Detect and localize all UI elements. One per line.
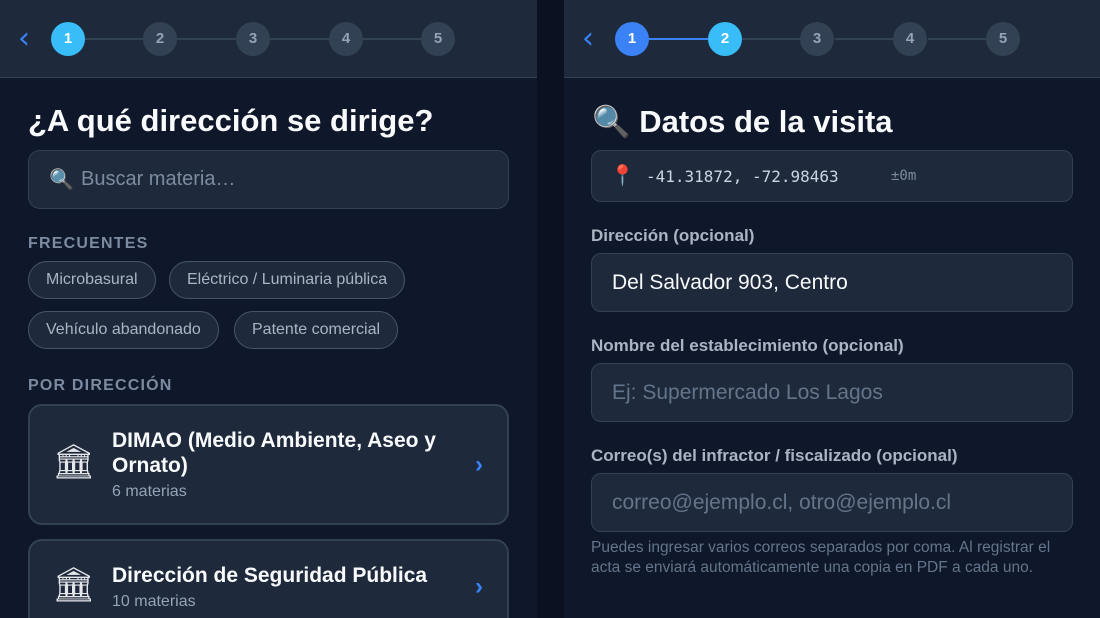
back-chevron-icon[interactable]: ‹: [582, 22, 604, 56]
search-placeholder: Buscar materia…: [81, 168, 236, 190]
subject-search-input[interactable]: 🔍 Buscar materia…: [28, 150, 509, 209]
address-value: Del Salvador 903, Centro: [612, 271, 848, 294]
gps-accuracy: ±0m: [891, 168, 917, 184]
subject-selection-screen: ‹ 1 2 3 4 5 ¿A qué dirección se dirige? …: [0, 0, 537, 618]
search-icon: 🔍: [592, 104, 631, 139]
chip-vehiculo-abandonado[interactable]: Vehículo abandonado: [28, 311, 219, 349]
step-connector: [84, 38, 143, 40]
address-label: Dirección (opcional): [591, 226, 755, 245]
direction-name: DIMAO (Medio Ambiente, Aseo y Ornato): [112, 429, 436, 477]
page-title: 🔍 Datos de la visita: [592, 103, 893, 140]
step-3[interactable]: 3: [800, 22, 834, 56]
step-4[interactable]: 4: [893, 22, 927, 56]
chip-microbasural[interactable]: Microbasural: [28, 261, 156, 299]
emails-help-text: Puedes ingresar varios correos separados…: [591, 539, 1051, 576]
chevron-right-icon: ›: [475, 573, 483, 600]
step-connector: [835, 38, 894, 40]
step-4[interactable]: 4: [329, 22, 363, 56]
chip-electrico-luminaria[interactable]: Eléctrico / Luminaria pública: [169, 261, 406, 299]
establishment-label: Nombre del establecimiento (opcional): [591, 336, 904, 355]
step-5[interactable]: 5: [421, 22, 455, 56]
step-2[interactable]: 2: [143, 22, 177, 56]
step-connector: [177, 38, 236, 40]
page-title-text: Datos de la visita: [639, 104, 893, 139]
visit-data-screen: ‹ 1 2 3 4 5 🔍 Datos de la visita 📍 -41.3…: [564, 0, 1100, 618]
stepper-bar: ‹ 1 2 3 4 5: [564, 0, 1100, 78]
emails-label: Correo(s) del infractor / fiscalizado (o…: [591, 446, 958, 465]
emails-input[interactable]: correo@ejemplo.cl, otro@ejemplo.cl: [591, 473, 1073, 532]
establishment-placeholder: Ej: Supermercado Los Lagos: [612, 381, 883, 404]
gps-coordinates: -41.31872, -72.98463: [646, 167, 839, 186]
direction-card-dimao[interactable]: 🏛 DIMAO (Medio Ambiente, Aseo y Ornato) …: [28, 404, 509, 525]
search-icon: 🔍: [49, 169, 74, 191]
panel-divider: [537, 0, 564, 618]
location-readout: 📍 -41.31872, -72.98463 ±0m: [591, 150, 1073, 202]
frequent-section-label: FRECUENTES: [28, 235, 149, 252]
step-3[interactable]: 3: [236, 22, 270, 56]
emails-placeholder: correo@ejemplo.cl, otro@ejemplo.cl: [612, 491, 952, 514]
step-5[interactable]: 5: [986, 22, 1020, 56]
direction-count: 6 materias: [112, 483, 187, 500]
establishment-input[interactable]: Ej: Supermercado Los Lagos: [591, 363, 1073, 422]
chip-patente-comercial[interactable]: Patente comercial: [234, 311, 399, 349]
step-connector: [928, 38, 986, 40]
direction-name: Dirección de Seguridad Pública: [112, 564, 428, 587]
by-direction-section-label: POR DIRECCIÓN: [28, 377, 173, 394]
step-connector: [363, 38, 421, 40]
pin-icon: 📍: [610, 165, 635, 187]
step-connector: [270, 38, 329, 40]
step-2[interactable]: 2: [708, 22, 742, 56]
step-connector: [648, 38, 708, 40]
page-title: ¿A qué dirección se dirige?: [28, 103, 434, 138]
step-1[interactable]: 1: [51, 22, 85, 56]
building-icon: 🏛: [52, 566, 96, 604]
stepper-bar: ‹ 1 2 3 4 5: [0, 0, 537, 78]
chevron-right-icon: ›: [475, 451, 483, 478]
back-chevron-icon[interactable]: ‹: [18, 22, 40, 56]
step-1[interactable]: 1: [615, 22, 649, 56]
address-input[interactable]: Del Salvador 903, Centro: [591, 253, 1073, 312]
direction-count: 10 materias: [112, 593, 196, 610]
building-icon: 🏛: [52, 443, 96, 481]
direction-card-seguridad[interactable]: 🏛 Dirección de Seguridad Pública 10 mate…: [28, 539, 509, 618]
step-connector: [742, 38, 802, 40]
